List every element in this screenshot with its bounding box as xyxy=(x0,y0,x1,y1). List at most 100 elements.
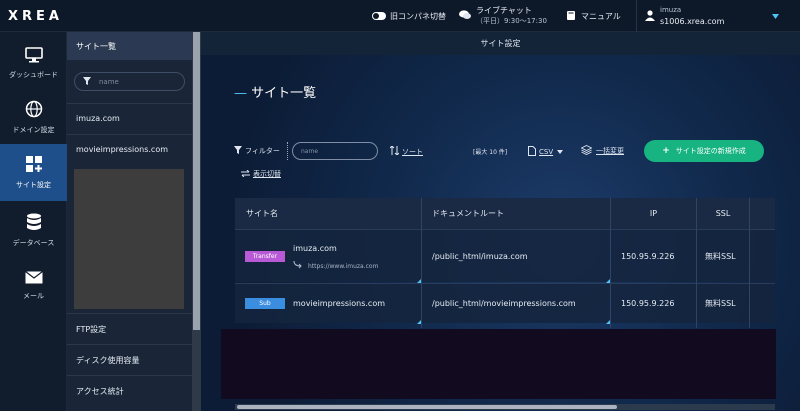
create-site-label: サイト設定の新規作成 xyxy=(675,147,746,155)
user-menu[interactable]: imuza s1006.xrea.com xyxy=(645,0,724,32)
legacy-panel-toggle[interactable]: 旧コンパネ切替 xyxy=(372,0,446,32)
breadcrumb: サイト設定 xyxy=(201,32,800,55)
main-nav: ダッシュボード ドメイン設定 サイト設定 データベース メール xyxy=(0,32,67,411)
user-menu-caret-icon[interactable] xyxy=(772,0,779,32)
xrea-logo[interactable]: XREA xyxy=(8,9,63,24)
docroot-cell: /public_html/imuza.com xyxy=(432,251,528,261)
top-bar: XREA 旧コンパネ切替 ライブチャット （平日）9:30〜17:30 マニュア… xyxy=(0,0,800,32)
scrollbar-thumb[interactable] xyxy=(193,32,200,330)
column-header-ip[interactable]: IP xyxy=(611,198,696,229)
sub-nav-site-link[interactable]: imuza.com xyxy=(67,103,192,134)
docroot-cell: /public_html/movieimpressions.com xyxy=(432,299,576,308)
filter-icon xyxy=(234,146,242,156)
csv-label: CSV xyxy=(539,148,554,156)
user-server: s1006.xrea.com xyxy=(660,17,725,26)
nav-item-label: ダッシュボード xyxy=(9,71,58,79)
nav-item-label: ドメイン設定 xyxy=(12,126,55,134)
mail-icon xyxy=(24,270,43,286)
layers-icon xyxy=(580,144,593,157)
site-redirect-url: https://www.imuza.com xyxy=(308,262,379,270)
chat-icon xyxy=(459,10,471,22)
sub-nav-header[interactable]: サイト一覧 xyxy=(67,32,192,60)
plus-icon: + xyxy=(662,146,670,156)
sub-nav-scrollbar[interactable] xyxy=(192,32,201,411)
nav-item-dashboard[interactable]: ダッシュボード xyxy=(0,35,67,92)
book-icon xyxy=(566,10,576,23)
nav-item-label: サイト設定 xyxy=(16,181,51,189)
manual-link[interactable]: マニュアル xyxy=(566,0,621,32)
title-dash: — xyxy=(234,86,247,101)
filter-label: フィルター xyxy=(234,146,280,156)
site-sub-nav: サイト一覧 name imuza.com movieimpressions.co… xyxy=(67,32,192,411)
user-icon xyxy=(645,9,655,23)
sub-nav-search-placeholder: name xyxy=(99,77,119,86)
filter-label-text: フィルター xyxy=(245,147,280,155)
column-divider xyxy=(749,198,750,328)
toolbar-divider xyxy=(287,142,288,160)
create-site-button[interactable]: + サイト設定の新規作成 xyxy=(644,140,764,162)
main-content: サイト設定 — サイト一覧 フィルター name ソート 表示切替 [最大 10… xyxy=(201,32,800,411)
nav-item-domain[interactable]: ドメイン設定 xyxy=(0,89,67,146)
sub-nav-ad-area xyxy=(74,169,184,309)
scrollbar-thumb[interactable] xyxy=(237,405,617,409)
site-cell: Transfer xyxy=(245,230,285,282)
filter-icon xyxy=(83,76,91,87)
site-cell: Sub xyxy=(245,284,285,323)
database-icon xyxy=(26,213,42,233)
legacy-panel-toggle-label: 旧コンパネ切替 xyxy=(390,11,446,21)
bulk-change-button[interactable]: 一括変更 xyxy=(580,144,624,157)
file-icon xyxy=(528,146,536,158)
site-grid-icon xyxy=(25,155,43,175)
live-chat-link[interactable]: ライブチャット （平日）9:30〜17:30 xyxy=(459,0,547,32)
transfer-badge: Transfer xyxy=(245,250,285,262)
toggle-view-button[interactable]: 表示切替 xyxy=(241,169,281,179)
live-chat-label: ライブチャット xyxy=(476,6,532,15)
ip-cell: 150.95.9.226 xyxy=(621,251,675,261)
column-header-ssl[interactable]: SSL xyxy=(697,198,749,229)
table-row[interactable]: Transfer imuza.com https://www.imuza.com… xyxy=(235,229,775,283)
nav-item-mail[interactable]: メール xyxy=(0,257,67,314)
table-row[interactable]: Sub movieimpressions.com /public_html/mo… xyxy=(235,283,775,324)
page-title-text: サイト一覧 xyxy=(251,86,317,101)
live-chat-hours: （平日）9:30〜17:30 xyxy=(476,17,547,25)
sub-nav-site-link[interactable]: movieimpressions.com xyxy=(67,134,192,165)
nav-item-label: メール xyxy=(23,291,44,300)
filter-name-input[interactable]: name xyxy=(292,142,378,160)
nav-item-database[interactable]: データベース xyxy=(0,202,67,259)
sub-nav-search-input[interactable]: name xyxy=(74,72,185,91)
column-header-extra xyxy=(750,198,775,229)
bulk-change-label: 一括変更 xyxy=(596,147,624,155)
toggle-icon[interactable] xyxy=(372,12,386,20)
column-divider xyxy=(610,198,611,328)
site-name[interactable]: movieimpressions.com xyxy=(293,284,385,323)
ip-cell: 150.95.9.226 xyxy=(621,299,675,308)
column-divider xyxy=(696,198,697,328)
sort-label: ソート xyxy=(402,147,423,156)
sub-badge: Sub xyxy=(245,298,285,309)
nav-item-label: データベース xyxy=(12,239,55,247)
redirect-arrow-icon xyxy=(293,260,303,271)
sort-icon xyxy=(389,145,400,157)
max-count: [最大 10 件] xyxy=(473,149,508,156)
ssl-cell: 無料SSL xyxy=(705,251,736,261)
manual-label: マニュアル xyxy=(581,11,621,21)
chevron-down-icon xyxy=(557,148,564,156)
user-name: imuza xyxy=(660,6,682,14)
page-title: — サイト一覧 xyxy=(234,82,316,101)
nav-item-site[interactable]: サイト設定 xyxy=(0,144,67,201)
sub-nav-access-link[interactable]: アクセス統計 xyxy=(67,375,192,406)
topbar-divider xyxy=(636,0,637,32)
column-header-docroot[interactable]: ドキュメントルート xyxy=(422,198,610,229)
sub-nav-disk-link[interactable]: ディスク使用容量 xyxy=(67,344,192,375)
sub-nav-ftp-link[interactable]: FTP設定 xyxy=(67,313,192,344)
ssl-cell: 無料SSL xyxy=(705,299,736,308)
globe-icon xyxy=(25,100,43,120)
sort-button[interactable]: ソート xyxy=(389,145,423,157)
column-divider xyxy=(421,198,422,328)
swap-icon xyxy=(241,169,250,179)
redacted-region xyxy=(221,329,776,399)
toggle-view-label: 表示切替 xyxy=(253,170,281,178)
table-horizontal-scrollbar[interactable] xyxy=(235,404,775,410)
csv-button[interactable]: CSV xyxy=(528,146,564,158)
monitor-icon xyxy=(24,47,43,65)
